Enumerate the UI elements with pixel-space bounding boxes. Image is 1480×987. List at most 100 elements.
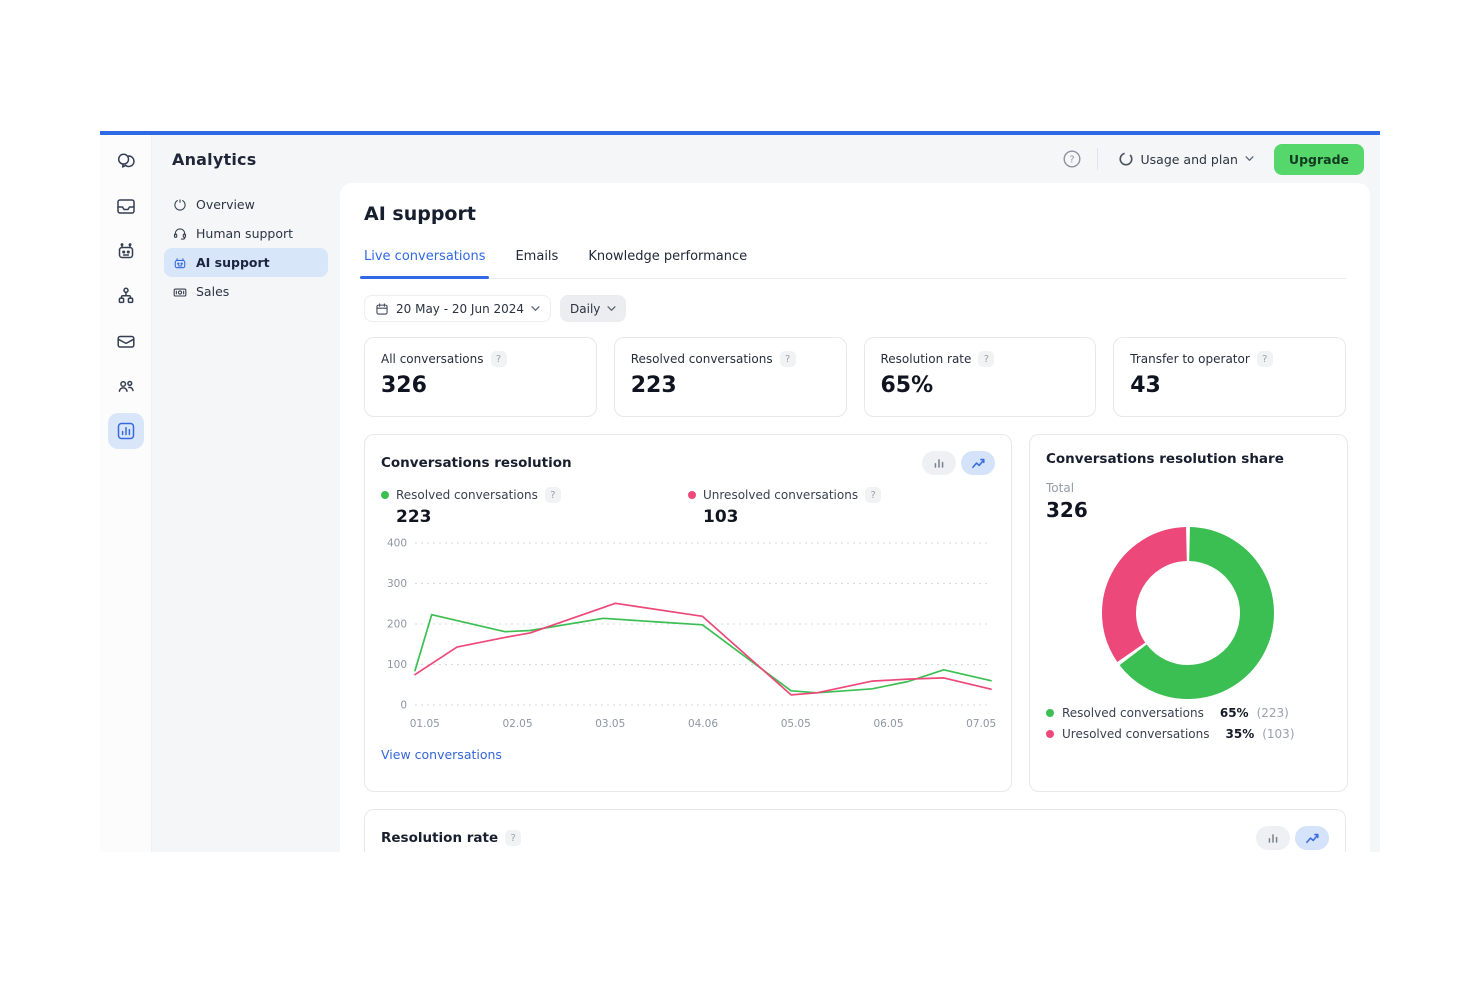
panel-title: Conversations resolution share [1046,451,1284,467]
resolution-donut-chart[interactable] [1046,522,1331,702]
metric-all-conversations: All conversations? 326 [364,337,597,417]
chevron-down-icon [1245,156,1254,161]
header: Analytics ? Usage and plan Upgrade [152,135,1380,183]
sidebar-item-label: Sales [196,284,230,299]
sidebar-item-label: Overview [196,197,255,212]
metric-value: 65% [880,373,934,398]
overview-icon [174,198,186,210]
chevron-down-icon [607,305,616,311]
campaigns-icon[interactable] [108,323,144,359]
section-title: AI support [364,203,476,225]
metric-resolution-rate: Resolution rate? 65% [863,337,1097,417]
resolved-legend-dot [1046,709,1054,717]
legend-count: (223) [1256,706,1289,720]
svg-text:?: ? [1069,155,1074,166]
resolution-line-chart[interactable]: 0 100 200 300 400 01.05 02.05 03.05 04.06 05.05 06… [381,533,997,739]
line-chart-toggle[interactable] [961,451,995,475]
sidebar-item-sales[interactable]: Sales [164,277,328,306]
help-badge-icon[interactable]: ? [505,830,522,846]
sidebar-item-ai-support[interactable]: AI support [164,248,328,277]
help-badge-icon[interactable]: ? [978,351,995,367]
metric-value: 223 [630,373,677,398]
logo-icon[interactable] [108,143,144,179]
conversations-resolution-panel: Conversations resolution Resolved conver… [364,434,1012,792]
svg-text:01.05: 01.05 [410,718,440,730]
usage-and-plan-label: Usage and plan [1140,151,1238,167]
usage-ring-icon [1118,152,1133,166]
page-canvas: Analytics ? Usage and plan Upgrade Overv… [0,0,1480,987]
bar-chart-toggle[interactable] [1256,826,1290,850]
date-range-value: 20 May - 20 Jun 2024 [396,301,525,316]
sidebar-item-human-support[interactable]: Human support [164,219,328,248]
legend-value: 103 [703,507,739,527]
tab-live-conversations[interactable]: Live conversations [359,249,490,279]
metric-value: 326 [381,373,427,398]
metric-label: Transfer to operator [1130,352,1250,366]
contacts-icon[interactable] [108,368,144,404]
svg-text:03.05: 03.05 [595,718,625,730]
view-conversations-link[interactable]: View conversations [381,747,502,762]
tab-knowledge-performance[interactable]: Knowledge performance [588,249,747,278]
help-icon[interactable]: ? [1061,148,1083,170]
analytics-icon[interactable] [107,413,144,449]
header-divider [1096,148,1098,170]
svg-text:0: 0 [400,700,407,712]
resolution-rate-panel: Resolution rate ? [364,809,1346,852]
granularity-dropdown[interactable]: Daily [560,295,627,322]
legend-label: Resolved conversations [1062,706,1204,720]
unresolved-legend-dot [688,491,696,499]
robot-icon [174,257,186,268]
metric-label: Resolution rate [880,352,972,366]
unresolved-legend-dot [1046,730,1054,738]
legend-count: (103) [1262,727,1295,741]
date-range-picker[interactable]: 20 May - 20 Jun 2024 [364,295,552,322]
metric-label: All conversations [381,352,484,366]
upgrade-button[interactable]: Upgrade [1273,143,1364,175]
metric-value: 43 [1130,373,1161,398]
line-chart-legend: Resolved conversations ? 223 Unresolved … [381,487,995,527]
line-chart-icon [1305,833,1319,844]
sidebar-item-overview[interactable]: Overview [164,190,328,219]
help-badge-icon[interactable]: ? [490,351,507,367]
svg-text:07.05: 07.05 [966,718,996,730]
svg-text:05.05: 05.05 [781,718,811,730]
metric-transfer-to-operator: Transfer to operator? 43 [1113,337,1346,417]
metric-label: Resolved conversations [630,352,773,366]
resolved-legend-dot [381,491,389,499]
legend-percent: 35% [1225,727,1255,741]
bar-chart-toggle[interactable] [922,451,956,475]
inbox-icon[interactable] [108,188,144,224]
help-badge-icon[interactable]: ? [544,487,561,503]
headset-icon [173,227,187,240]
help-badge-icon[interactable]: ? [779,351,796,367]
svg-text:400: 400 [387,538,407,550]
conversations-resolution-share-panel: Conversations resolution share Total 326 [1029,434,1348,792]
legend-label: Uresolved conversations [1062,727,1210,741]
sidebar-item-label: Human support [196,226,294,241]
chevron-down-icon [531,305,540,311]
flows-icon[interactable] [108,278,144,314]
svg-text:06.05: 06.05 [873,718,903,730]
line-chart-toggle[interactable] [1295,826,1329,850]
legend-label: Resolved conversations [396,488,538,502]
tab-bar: Live conversations Emails Knowledge perf… [359,249,1346,279]
total-label: Total [1046,481,1075,495]
panel-title: Resolution rate [381,830,499,846]
bar-chart-icon [1268,834,1278,843]
svg-text:200: 200 [387,619,407,631]
line-chart-icon [971,458,985,469]
sales-icon [173,288,187,297]
chatbot-icon[interactable] [108,233,144,269]
tab-emails[interactable]: Emails [515,249,558,278]
legend-percent: 65% [1219,706,1249,720]
usage-and-plan-dropdown[interactable]: Usage and plan [1112,147,1260,171]
help-badge-icon[interactable]: ? [865,487,882,503]
help-badge-icon[interactable]: ? [1256,351,1273,367]
icon-rail [100,135,152,852]
calendar-icon [376,302,388,315]
app-window: Analytics ? Usage and plan Upgrade Overv… [100,131,1380,852]
svg-text:02.05: 02.05 [502,718,532,730]
page-title: Analytics [172,149,257,169]
legend-label: Unresolved conversations [703,488,859,502]
sidebar-item-label: AI support [196,255,270,270]
